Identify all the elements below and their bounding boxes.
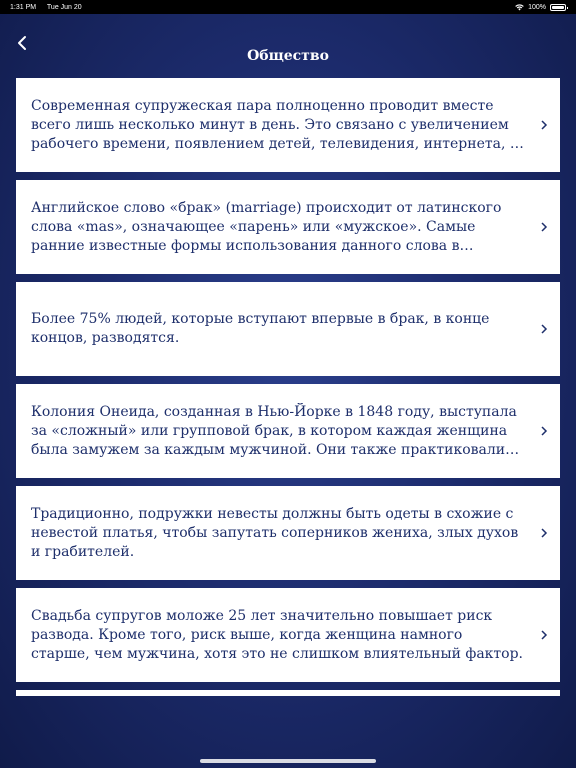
list-item-text: Традиционно, подружки невесты должны быт… <box>31 505 519 560</box>
list-item[interactable]: Колония Онеида, созданная в Нью-Йорке в … <box>16 384 560 478</box>
list-item-partial[interactable] <box>16 690 560 696</box>
status-bar: 1:31 PM Tue Jun 20 100% <box>0 0 576 14</box>
status-right: 100% <box>515 3 568 11</box>
status-date: Tue Jun 20 <box>46 3 82 11</box>
facts-list: Современная супружеская пара полноценно … <box>16 78 560 696</box>
chevron-left-icon <box>18 36 26 50</box>
back-button[interactable] <box>10 32 34 54</box>
home-indicator[interactable] <box>200 759 376 763</box>
list-item[interactable]: Английское слово «брак» (marriage) проис… <box>16 180 560 274</box>
page-title: Общество <box>247 48 329 64</box>
list-item[interactable]: Более 75% людей, которые вступают впервы… <box>16 282 560 376</box>
chevron-right-icon <box>541 324 548 334</box>
chevron-right-icon <box>541 426 548 436</box>
nav-bar: Общество <box>0 14 576 76</box>
status-time: 1:31 PM <box>10 3 37 11</box>
list-item[interactable]: Свадьба супругов моложе 25 лет значитель… <box>16 588 560 682</box>
battery-icon <box>550 3 568 11</box>
chevron-right-icon <box>541 222 548 232</box>
list-item-text: Свадьба супругов моложе 25 лет значитель… <box>31 607 524 662</box>
list-item-text: Английское слово «брак» (marriage) проис… <box>31 199 502 254</box>
list-item-text: Более 75% людей, которые вступают впервы… <box>31 311 490 346</box>
list-item-text: Современная супружеская пара полноценно … <box>31 97 520 152</box>
battery-percent: 100% <box>528 3 546 11</box>
status-left: 1:31 PM Tue Jun 20 <box>10 4 91 11</box>
wifi-icon <box>515 3 524 10</box>
list-item[interactable]: Традиционно, подружки невесты должны быт… <box>16 486 560 580</box>
list-item[interactable]: Современная супружеская пара полноценно … <box>16 78 560 172</box>
chevron-right-icon <box>541 630 548 640</box>
chevron-right-icon <box>541 120 548 130</box>
battery-fill <box>552 5 564 9</box>
list-item-text: Колония Онеида, созданная в Нью-Йорке в … <box>31 403 517 458</box>
chevron-right-icon <box>541 528 548 538</box>
